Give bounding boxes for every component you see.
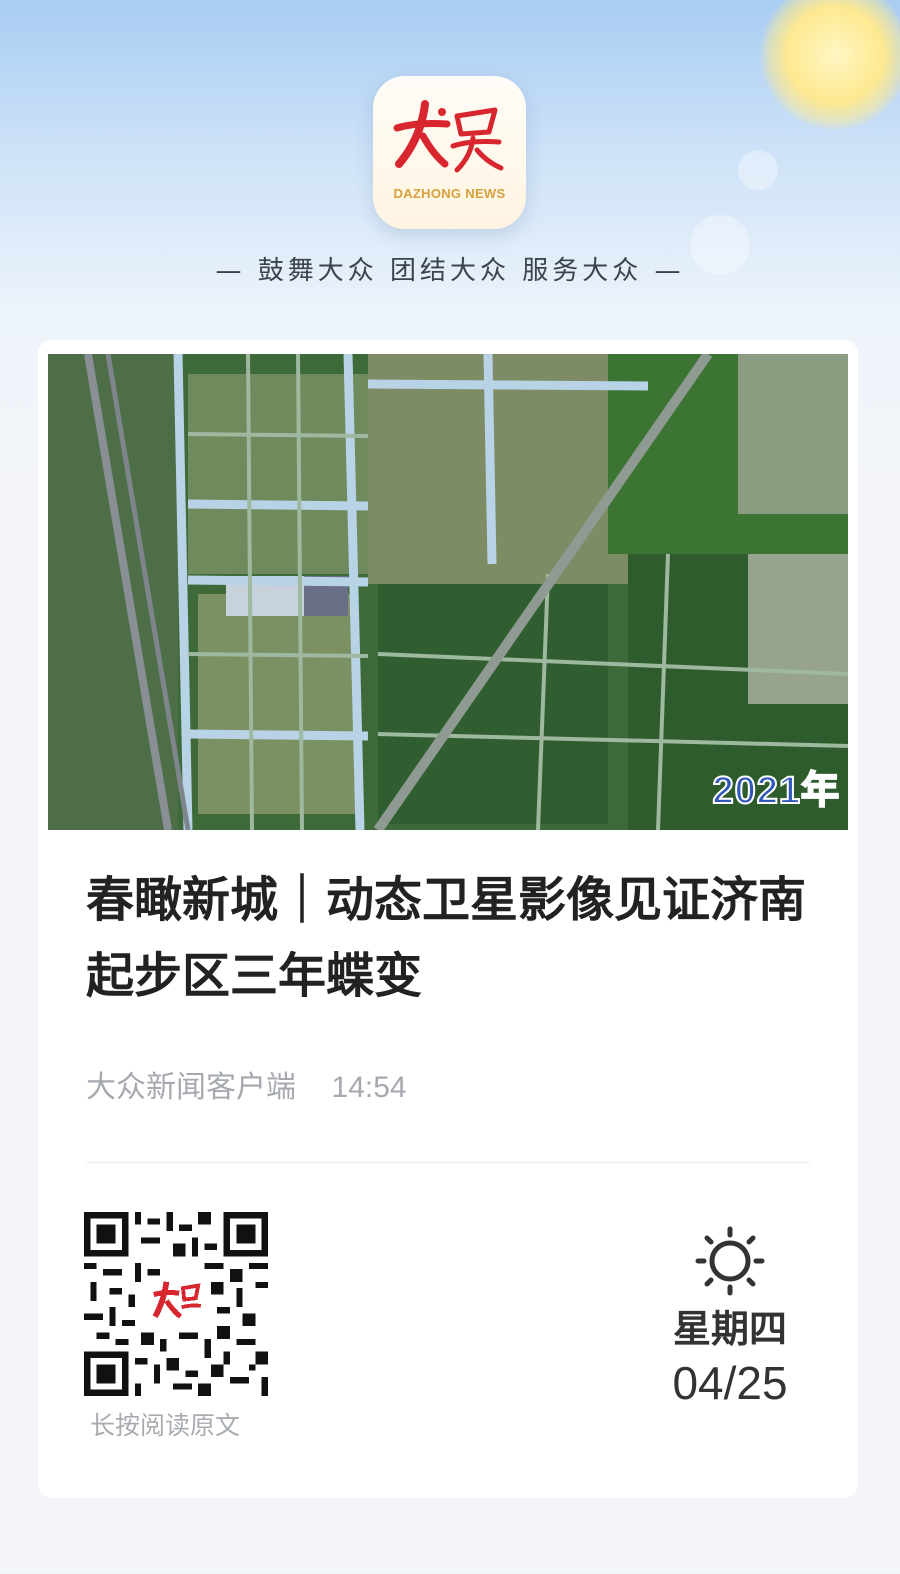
weather-widget: 星期四 04/25 [650, 1226, 810, 1412]
article-time: 14:54 [331, 1071, 407, 1104]
bubble-decoration [738, 150, 778, 190]
article-source: 大众新闻客户端 [86, 1070, 296, 1105]
dazhong-logo-icon [393, 100, 504, 173]
qr-caption: 长按阅读原文 [90, 1411, 241, 1440]
article-meta: 大众新闻客户端 14:54 [86, 1062, 407, 1106]
article-title[interactable]: 春瞰新城｜动态卫星影像见证济南起步区三年蝶变 [86, 862, 816, 1014]
app-logo: DAZHONG NEWS [373, 76, 526, 229]
sun-icon [695, 1226, 765, 1296]
logo-text: DAZHONG NEWS [393, 186, 506, 201]
year-badge: 2021年 [711, 769, 840, 813]
tagline: — 鼓舞大众 团结大众 服务大众 — [215, 256, 685, 286]
satellite-image[interactable]: 2021年 [48, 354, 848, 830]
article-card[interactable]: 2021年 春瞰新城｜动态卫星影像见证济南起步区三年蝶变 大众新闻客户端 14:… [38, 340, 858, 1498]
date-label: 04/25 [672, 1357, 788, 1409]
sun-decoration [760, 0, 900, 130]
weekday-label: 星期四 [672, 1307, 787, 1351]
qr-code[interactable] [84, 1212, 268, 1396]
divider [86, 1162, 810, 1163]
